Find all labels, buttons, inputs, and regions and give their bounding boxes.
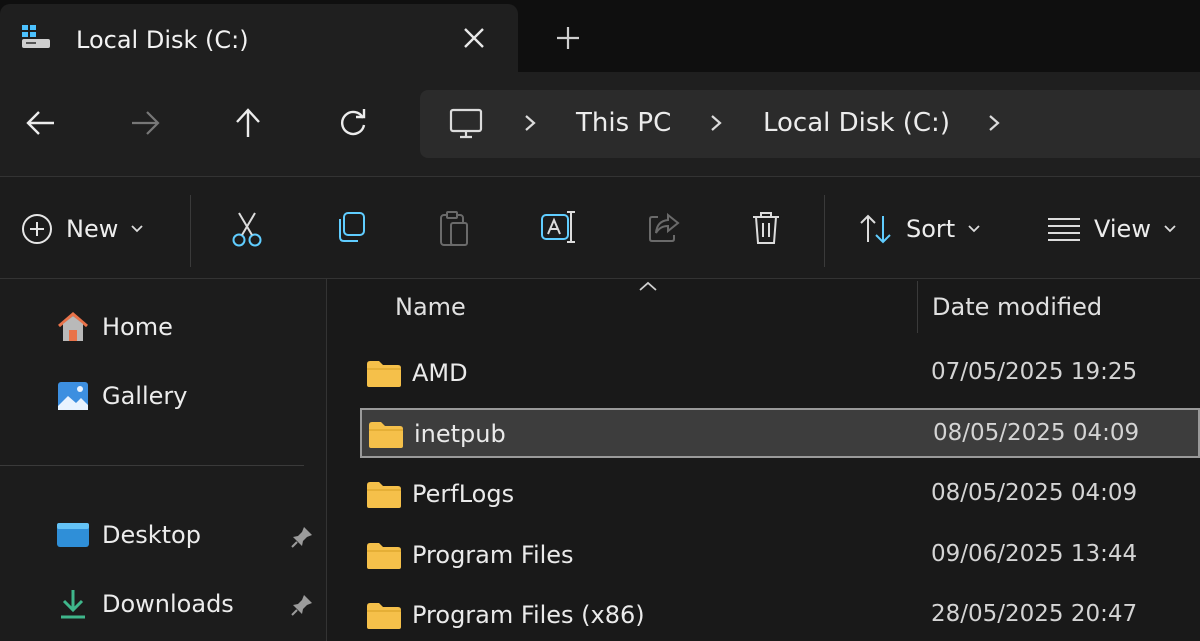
file-date: 09/06/2025 13:44 (931, 541, 1138, 567)
sidebar-item-home[interactable]: Home (56, 307, 173, 347)
new-label: New (66, 215, 119, 243)
breadcrumb-local-disk[interactable]: Local Disk (C:) (763, 108, 950, 138)
chevron-down-icon (131, 225, 143, 233)
sidebar-item-downloads[interactable]: Downloads (56, 584, 234, 624)
chevron-right-icon[interactable] (984, 110, 1004, 136)
column-divider[interactable] (917, 281, 918, 333)
new-button[interactable]: New (20, 209, 144, 249)
address-bar[interactable]: This PC Local Disk (C:) (420, 90, 1200, 158)
folder-icon (369, 422, 403, 448)
file-date: 08/05/2025 04:09 (931, 480, 1138, 506)
desktop-icon (57, 523, 89, 547)
sidebar-divider (0, 465, 304, 466)
tab-strip: Local Disk (C:) (0, 0, 1200, 72)
pin-icon[interactable] (290, 593, 314, 617)
sidebar-label-desktop: Desktop (102, 521, 201, 549)
refresh-icon[interactable] (336, 106, 370, 140)
folder-icon (367, 603, 401, 629)
copy-icon[interactable] (333, 209, 369, 245)
file-row-perflogs[interactable]: PerfLogs 08/05/2025 04:09 (360, 470, 1200, 520)
close-icon[interactable] (458, 22, 490, 54)
tab-title: Local Disk (C:) (76, 26, 249, 54)
download-icon (61, 590, 85, 619)
file-name: AMD (412, 359, 468, 387)
divider (824, 195, 825, 267)
sidebar-item-gallery[interactable]: Gallery (56, 376, 187, 416)
sort-button[interactable]: Sort (858, 209, 981, 249)
file-list: Name Date modified AMD 07/05/2025 19:25 … (327, 279, 1200, 641)
file-date: 28/05/2025 20:47 (931, 601, 1138, 627)
arrow-up-icon[interactable] (231, 106, 265, 140)
file-date: 08/05/2025 04:09 (933, 420, 1140, 446)
file-row-program-files[interactable]: Program Files 09/06/2025 13:44 (360, 531, 1200, 581)
sidebar-label-gallery: Gallery (102, 382, 188, 410)
arrow-left-icon[interactable] (24, 106, 58, 140)
chevron-right-icon[interactable] (706, 110, 726, 136)
gallery-icon (58, 382, 88, 410)
pin-icon[interactable] (290, 525, 314, 549)
share-icon[interactable] (646, 209, 682, 245)
folder-icon (367, 482, 401, 508)
home-icon (58, 312, 88, 341)
monitor-icon[interactable] (448, 106, 484, 142)
tab-local-disk[interactable]: Local Disk (C:) (0, 4, 518, 72)
folder-icon (367, 361, 401, 387)
new-tab-plus-icon[interactable] (552, 22, 584, 54)
divider (190, 195, 191, 267)
file-name: Program Files (x86) (412, 601, 645, 629)
sidebar-item-desktop[interactable]: Desktop (56, 515, 201, 555)
trash-icon[interactable] (750, 209, 782, 247)
view-label: View (1094, 215, 1151, 243)
chevron-right-icon[interactable] (520, 110, 540, 136)
sort-ascending-caret-icon (639, 281, 657, 291)
scissors-icon[interactable] (230, 209, 264, 249)
view-icon (1048, 218, 1080, 241)
sidebar-label-home: Home (102, 313, 173, 341)
plus-circle-icon (22, 214, 52, 244)
sidebar-label-downloads: Downloads (102, 590, 234, 618)
file-row-program-files-x86[interactable]: Program Files (x86) 28/05/2025 20:47 (360, 591, 1200, 641)
column-header-name[interactable]: Name (395, 293, 466, 321)
rename-icon[interactable] (540, 209, 578, 245)
command-bar: New Sort View (0, 177, 1200, 279)
file-date: 07/05/2025 19:25 (931, 359, 1138, 385)
navigation-bar: This PC Local Disk (C:) (0, 72, 1200, 177)
column-header-date-modified[interactable]: Date modified (932, 293, 1102, 321)
file-row-amd[interactable]: AMD 07/05/2025 19:25 (360, 349, 1200, 399)
sort-label: Sort (906, 215, 956, 243)
chevron-down-icon (968, 225, 980, 233)
sort-icon (860, 214, 891, 244)
drive-icon (22, 25, 50, 48)
file-name: inetpub (414, 420, 506, 448)
navigation-pane: Home Gallery Desktop Downloads (0, 279, 327, 641)
arrow-right-icon[interactable] (128, 106, 162, 140)
breadcrumb-this-pc[interactable]: This PC (576, 108, 671, 138)
chevron-down-icon (1164, 225, 1176, 233)
file-name: Program Files (412, 541, 574, 569)
paste-icon[interactable] (437, 209, 471, 249)
view-button[interactable]: View (1046, 209, 1177, 249)
file-name: PerfLogs (412, 480, 515, 508)
file-row-inetpub[interactable]: inetpub 08/05/2025 04:09 (360, 408, 1200, 458)
folder-icon (367, 543, 401, 569)
